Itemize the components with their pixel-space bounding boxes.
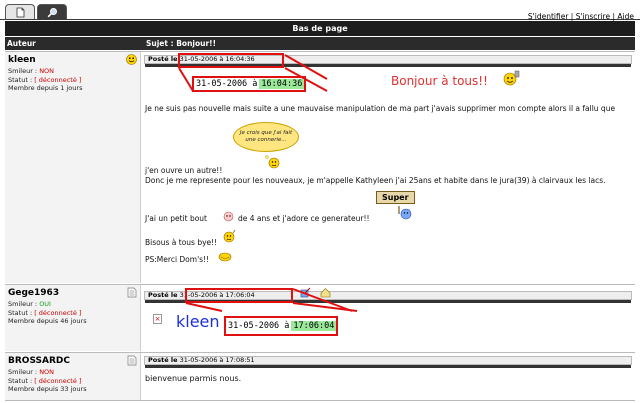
message-line: Je ne suis pas nouvelle mais suite a une… (145, 104, 616, 113)
register-link[interactable]: S'inscrire (576, 12, 610, 21)
post-content: Posté le 31-05-2006 à 17:08:51 bienvenue… (142, 353, 635, 400)
author-panel: kleen Smileur : NON Statut : [ déconnect… (5, 52, 141, 283)
author-info: Smileur : NON Statut : [ déconnecté ] Me… (8, 368, 87, 394)
thought-cloud-text: Je crois que j'ai fait une connerie... (239, 130, 293, 143)
smileur-value: NON (39, 368, 55, 376)
super-sign: Super (376, 191, 415, 204)
quoted-author-name: kleen (176, 312, 220, 331)
posted-label: Posté le (148, 291, 178, 299)
help-link[interactable]: Aide (617, 12, 634, 21)
document-icon (16, 7, 24, 17)
subject-column-header: Sujet : Bonjour!! (146, 39, 217, 48)
zoom-date: 31-05-2006 à (194, 79, 260, 89)
tab-document[interactable] (5, 4, 35, 19)
statut-label: Statut : (8, 376, 35, 385)
smileur-label: Smileur : (8, 368, 40, 376)
author-info: Smileur : OUI Statut : [ déconnecté ] Me… (8, 300, 87, 326)
post-brossardc: BROSSARDC Smileur : NON Statut : [ décon… (5, 352, 635, 400)
profile-card-icon[interactable] (127, 287, 137, 298)
message-line: j'en ouvre un autre!! (145, 166, 223, 175)
smiley-icon (126, 54, 137, 65)
message-line: Donc je me represente pour les nouveaux,… (145, 176, 606, 185)
broken-image-icon: × (153, 314, 162, 324)
smileur-value: OUI (39, 300, 51, 308)
status-badge: [ déconnecté ] (34, 75, 82, 84)
highlight-date-zoom: 31-05-2006 à 16:04:36 (192, 76, 307, 92)
login-link[interactable]: S'identifier (528, 12, 568, 21)
post-content: Posté le 31-05-2006 à 16:04:36 31-05-200… (142, 52, 635, 283)
profile-card-icon[interactable] (127, 355, 137, 366)
page-title: Bas de page (5, 21, 635, 36)
tab-search[interactable] (37, 4, 67, 19)
baby-smiley-icon (223, 211, 234, 222)
post-gege1963: Gege1963 Smileur : OUI Statut : [ déconn… (5, 284, 635, 351)
member-since: Membre depuis 1 jours (8, 84, 83, 93)
member-since: Membre depuis 46 jours (8, 317, 87, 326)
posted-date: 31-05-2006 à 17:08:51 (179, 356, 255, 364)
waving-smiley-icon (223, 229, 236, 243)
smileur-value: NON (39, 67, 55, 75)
hat-smiley-icon (218, 252, 232, 262)
greeting-text: Bonjour à tous!! (391, 74, 488, 88)
greeting: Bonjour à tous!! (391, 74, 488, 88)
author-name[interactable]: Gege1963 (8, 288, 59, 298)
status-badge: [ déconnecté ] (34, 376, 82, 385)
message-line: PS:Merci Dom's!! (145, 255, 210, 264)
column-header: Auteur Sujet : Bonjour!! (5, 37, 635, 50)
smileur-label: Smileur : (8, 67, 40, 75)
posted-label: Posté le (148, 356, 178, 364)
statut-label: Statut : (8, 75, 35, 84)
divider (5, 400, 635, 401)
zoom-date: 31-05-2006 à (226, 321, 292, 331)
super-smiley-icon (398, 206, 412, 220)
message-line: de 4 ans et j'adore ce generateur!! (238, 214, 370, 223)
posted-bar-underline (145, 365, 631, 368)
smileur-label: Smileur : (8, 300, 40, 308)
zoom-time: 16:04:36 (259, 79, 305, 89)
top-links: S'identifier | S'inscrire | Aide (528, 12, 634, 21)
posted-bar: Posté le 31-05-2006 à 17:08:51 (144, 356, 632, 368)
message-line: Bisous à tous bye!! (145, 238, 218, 247)
author-panel: Gege1963 Smileur : OUI Statut : [ déconn… (5, 285, 141, 351)
status-badge: [ déconnecté ] (34, 308, 82, 317)
highlight-date-zoom: 31-05-2006 à 17:06:04 (224, 316, 339, 336)
post-kleen: kleen Smileur : NON Statut : [ déconnect… (5, 51, 635, 283)
member-since: Membre depuis 33 jours (8, 385, 87, 394)
thought-cloud-smiley: Je crois que j'ai fait une connerie... (233, 122, 299, 152)
author-info: Smileur : NON Statut : [ déconnecté ] Me… (8, 67, 82, 93)
author-name[interactable]: BROSSARDC (8, 356, 70, 366)
post-content: Posté le 31-05-2006 à 17:06:04 × kleen 3… (142, 285, 635, 351)
message-line: bienvenue parmis nous. (145, 374, 242, 383)
separator: | (568, 12, 576, 21)
magnifier-icon (47, 7, 57, 17)
statut-label: Statut : (8, 308, 35, 317)
message-line: J'ai un petit bout (145, 214, 207, 223)
thinking-smiley-icon (265, 155, 280, 169)
author-column-header: Auteur (7, 39, 36, 48)
author-panel: BROSSARDC Smileur : NON Statut : [ décon… (5, 353, 141, 400)
smiley-wave-icon (503, 70, 520, 86)
view-tabs (5, 4, 67, 19)
author-name[interactable]: kleen (8, 55, 36, 65)
zoom-time: 17:06:04 (291, 321, 337, 331)
